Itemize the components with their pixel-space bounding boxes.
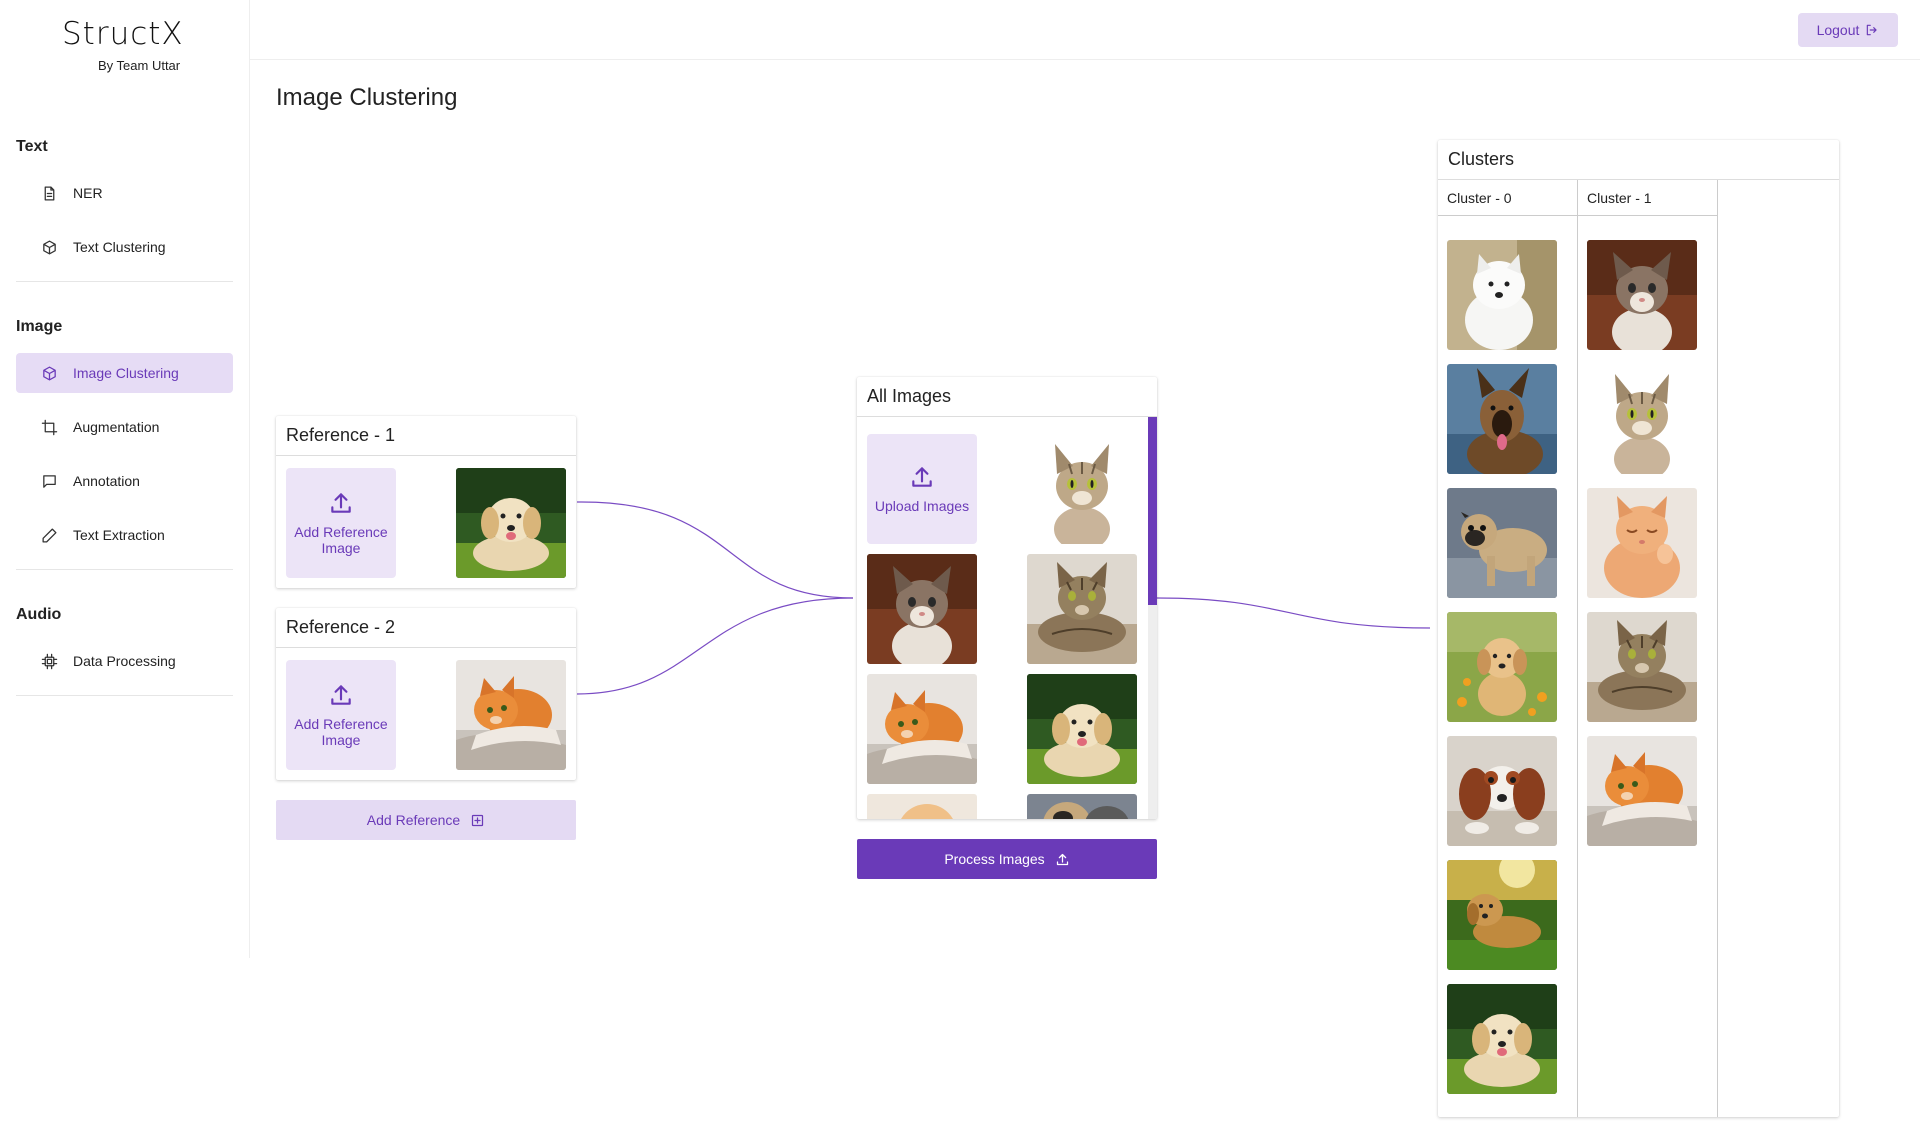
cluster-image[interactable] (1587, 488, 1697, 598)
reference-card-title: Reference - 1 (276, 416, 576, 456)
clusters-title: Clusters (1438, 140, 1839, 180)
scrollbar-thumb[interactable] (1148, 417, 1157, 605)
connector-ref1-to-all (576, 501, 854, 599)
connector-all-to-clusters (1156, 597, 1431, 629)
image-thumbnail[interactable] (1027, 434, 1137, 544)
cluster-image[interactable] (1447, 612, 1557, 722)
cluster-image[interactable] (1447, 364, 1557, 474)
cluster-image[interactable] (1587, 364, 1697, 474)
cluster-image[interactable] (1587, 612, 1697, 722)
cluster-column-label: Cluster - 1 (1578, 180, 1717, 216)
process-images-label: Process Images (944, 851, 1045, 867)
cluster-image[interactable] (1587, 240, 1697, 350)
image-thumbnail[interactable] (867, 794, 977, 819)
add-reference-image-button[interactable]: Add Reference Image (286, 468, 396, 578)
upload-icon (909, 464, 935, 490)
upload-label: Add Reference Image (294, 716, 388, 748)
image-thumbnail[interactable] (1027, 554, 1137, 664)
clusters-card: Clusters Cluster - 0 Cluster - 1 (1438, 140, 1839, 1117)
image-thumbnail[interactable] (1027, 794, 1137, 819)
upload-label: Add Reference Image (294, 524, 388, 556)
cluster-image[interactable] (1447, 240, 1557, 350)
cluster-image[interactable] (1447, 860, 1557, 970)
image-thumbnail[interactable] (867, 554, 977, 664)
upload-icon (1055, 852, 1070, 867)
image-thumbnail[interactable] (867, 674, 977, 784)
upload-label: Upload Images (874, 498, 970, 514)
process-images-button[interactable]: Process Images (857, 839, 1157, 879)
cluster-image[interactable] (1447, 984, 1557, 1094)
cluster-column-1: Cluster - 1 (1578, 180, 1718, 1117)
connector-ref2-to-all (576, 597, 854, 695)
reference-card-2: Reference - 2 Add Reference Image (276, 608, 576, 780)
all-images-title: All Images (857, 377, 1157, 417)
cluster-image[interactable] (1587, 736, 1697, 846)
cluster-image[interactable] (1447, 488, 1557, 598)
cluster-column-label: Cluster - 0 (1438, 180, 1577, 216)
reference-image (456, 660, 566, 770)
reference-image (456, 468, 566, 578)
upload-icon (328, 490, 354, 516)
all-images-card: All Images Upload Images (857, 377, 1157, 819)
reference-card-title: Reference - 2 (276, 608, 576, 648)
reference-card-1: Reference - 1 Add Reference Image (276, 416, 576, 588)
upload-icon (328, 682, 354, 708)
add-reference-image-button[interactable]: Add Reference Image (286, 660, 396, 770)
add-reference-button[interactable]: Add Reference (276, 800, 576, 840)
cluster-image[interactable] (1447, 736, 1557, 846)
add-reference-label: Add Reference (366, 812, 461, 828)
plus-square-icon (472, 814, 484, 826)
upload-images-button[interactable]: Upload Images (867, 434, 977, 544)
image-thumbnail[interactable] (1027, 674, 1137, 784)
cluster-column-0: Cluster - 0 (1438, 180, 1578, 1117)
